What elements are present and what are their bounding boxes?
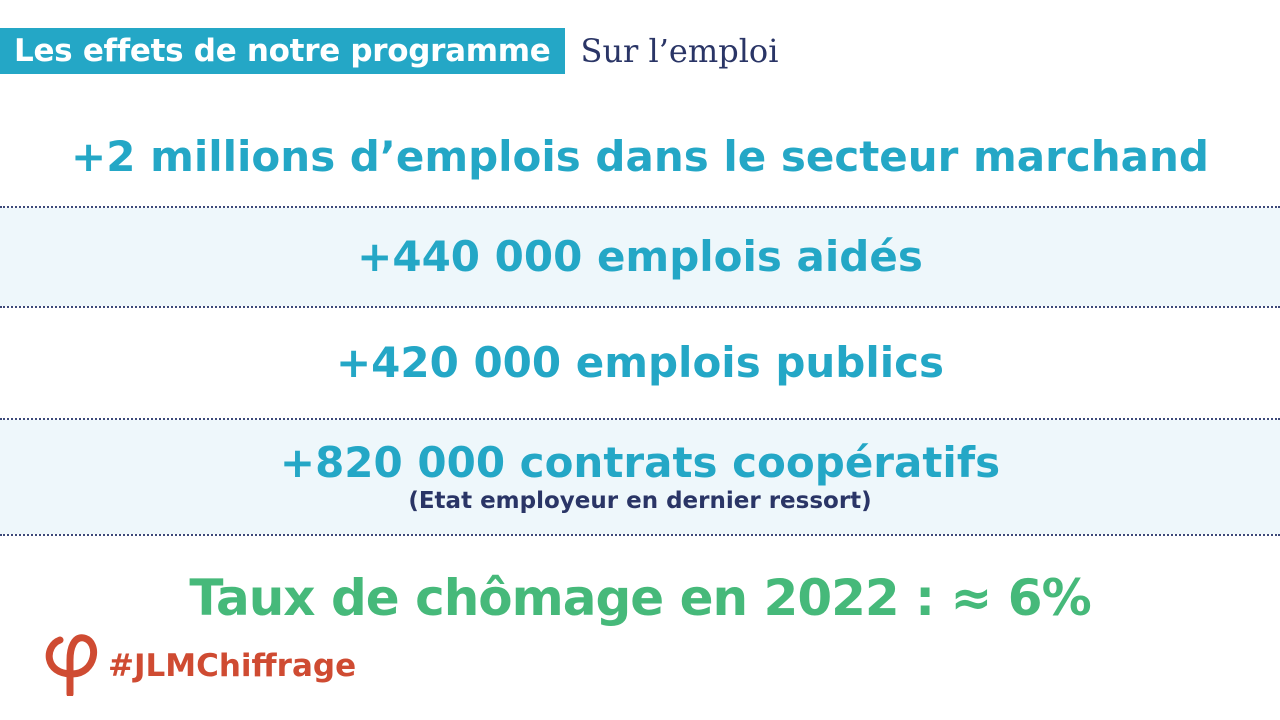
stat-cooperative-note: (Etat employeur en dernier ressort): [408, 488, 872, 515]
stat-band-1: +2 millions d’emplois dans le secteur ma…: [0, 108, 1280, 206]
stat-band-3: +420 000 emplois publics: [0, 308, 1280, 418]
stat-market-jobs: +2 millions d’emplois dans le secteur ma…: [71, 131, 1209, 181]
stat-band-4: +820 000 contrats coopératifs (Etat empl…: [0, 420, 1280, 534]
stat-public-jobs: +420 000 emplois publics: [335, 337, 945, 387]
header-subtitle: Sur l’emploi: [580, 32, 779, 70]
header: Les effets de notre programme Sur l’empl…: [0, 28, 778, 74]
stat-cooperative-contracts: +820 000 contrats coopératifs: [279, 437, 1001, 487]
hashtag: #JLMChiffrage: [108, 648, 357, 684]
unemployment-rate-result: Taux de chômage en 2022 : ≈ 6%: [189, 569, 1091, 627]
stat-band-2: +440 000 emplois aidés: [0, 208, 1280, 306]
stat-aided-jobs: +440 000 emplois aidés: [357, 231, 923, 281]
phi-logo-icon: [45, 634, 97, 696]
header-tag: Les effets de notre programme: [0, 28, 565, 74]
dotted-divider: [0, 534, 1280, 536]
